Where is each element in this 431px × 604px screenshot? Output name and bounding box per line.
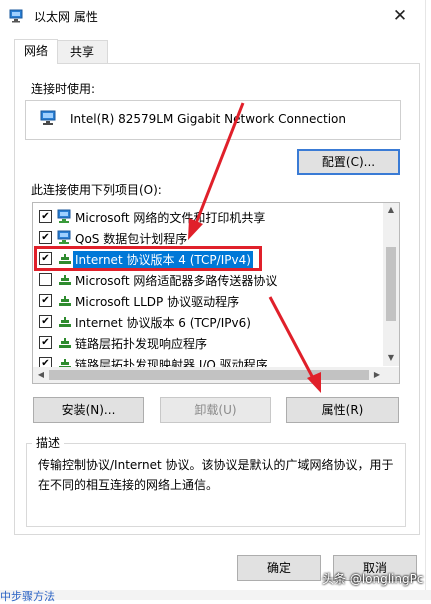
items-label: 此连接使用下列项目(O): [31, 183, 162, 197]
title-bar: 以太网 属性 ✕ [0, 0, 425, 32]
network-client-icon [57, 230, 71, 244]
list-item[interactable]: ✔ Internet 协议版本 6 (TCP/IPv6) [33, 311, 383, 332]
annotation-highlight-box [34, 246, 262, 271]
properties-dialog: 以太网 属性 ✕ 网络 共享 连接时使用: Intel(R) 82579LM G… [0, 0, 426, 590]
network-adapter-icon [9, 9, 23, 23]
scroll-right-icon[interactable]: ▶ [369, 370, 385, 379]
item-label: Microsoft 网络的文件和打印机共享 [75, 211, 266, 225]
configure-button[interactable]: 配置(C)... [297, 149, 400, 175]
item-label: Microsoft 网络适配器多路传送器协议 [75, 274, 278, 288]
checkbox[interactable]: ✔ [39, 210, 52, 223]
scroll-thumb[interactable] [49, 370, 369, 380]
window-title: 以太网 属性 [34, 10, 98, 24]
tab-sharing[interactable]: 共享 [56, 40, 108, 63]
horizontal-scrollbar[interactable]: ◀ ▶ [33, 367, 399, 383]
vertical-scrollbar[interactable]: ▲ ▼ [383, 203, 399, 366]
uninstall-button[interactable]: 卸载(U) [160, 397, 271, 423]
network-adapter-icon [40, 110, 56, 125]
background-page-text: 中步骤方法 [0, 590, 55, 603]
item-label: 链路层拓扑发现响应程序 [75, 337, 208, 351]
list-item[interactable]: Microsoft 网络适配器多路传送器协议 [33, 269, 383, 290]
install-button[interactable]: 安装(N)... [33, 397, 144, 423]
description-text: 传输控制协议/Internet 协议。该协议是默认的广域网络协议，用于在不同的相… [38, 458, 394, 492]
adapter-box: Intel(R) 82579LM Gigabit Network Connect… [25, 100, 401, 140]
description-title: 描述 [32, 434, 65, 451]
scroll-thumb[interactable] [386, 247, 396, 321]
scroll-down-icon[interactable]: ▼ [383, 353, 399, 362]
checkbox[interactable]: ✔ [39, 231, 52, 244]
protocol-icon [59, 275, 71, 285]
protocol-icon [59, 338, 71, 348]
list-item[interactable]: ✔ Microsoft 网络的文件和打印机共享 [33, 206, 383, 227]
protocol-icon [59, 317, 71, 327]
checkbox[interactable]: ✔ [39, 294, 52, 307]
scroll-up-icon[interactable]: ▲ [383, 205, 399, 214]
tab-network[interactable]: 网络 [14, 39, 58, 64]
protocol-icon [59, 296, 71, 306]
adapter-name: Intel(R) 82579LM Gigabit Network Connect… [70, 112, 346, 126]
list-item[interactable]: ✔ QoS 数据包计划程序 [33, 227, 383, 248]
list-item[interactable]: ✔ 链路层拓扑发现响应程序 [33, 332, 383, 353]
connect-using-label: 连接时使用: [31, 82, 96, 96]
checkbox[interactable]: ✔ [39, 315, 52, 328]
close-icon[interactable]: ✕ [387, 4, 413, 28]
watermark: 头条 @longlingPc [322, 572, 424, 586]
properties-button[interactable]: 属性(R) [286, 397, 399, 423]
list-item[interactable]: ✔ Microsoft LLDP 协议驱动程序 [33, 290, 383, 311]
item-label: Internet 协议版本 6 (TCP/IPv6) [75, 316, 251, 330]
network-client-icon [57, 209, 71, 223]
item-label: QoS 数据包计划程序 [75, 232, 188, 246]
ok-button[interactable]: 确定 [237, 555, 321, 581]
checkbox[interactable] [39, 273, 52, 286]
checkbox[interactable]: ✔ [39, 336, 52, 349]
scroll-left-icon[interactable]: ◀ [33, 370, 49, 379]
background-page-strip [0, 590, 431, 600]
item-label: Microsoft LLDP 协议驱动程序 [75, 295, 240, 309]
items-list[interactable]: ✔ Microsoft 网络的文件和打印机共享 ✔ QoS 数据包计划程序 ✔ [32, 202, 400, 384]
